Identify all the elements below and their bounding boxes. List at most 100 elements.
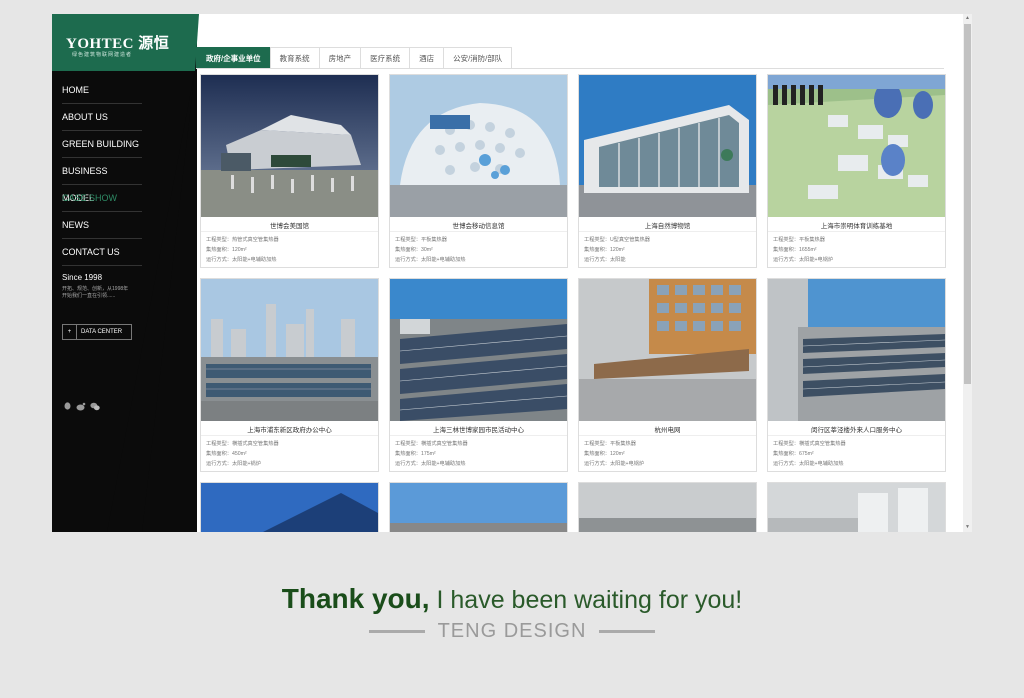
case-area: 集热面积：120m² — [584, 247, 625, 253]
case-mode: 运行方式：太阳能+电辅助加热 — [206, 257, 277, 263]
logo-title: YOHTEC 源恒 — [66, 36, 170, 52]
card-divider — [201, 435, 378, 436]
case-card[interactable]: 上海自然博物馆 工程类型：U型真空管集热器 集热面积：120m² 运行方式：太阳… — [578, 74, 757, 268]
case-info: 工程类型：U型真空管集热器 集热面积：120m² 运行方式：太阳能 — [584, 235, 650, 265]
case-mode: 运行方式：太阳能+电辅助加热 — [773, 461, 844, 467]
case-card[interactable]: 闵行区莘泾楼外来人口服务中心 工程类型：横插式真空管集热器 集热面积：675m²… — [767, 278, 946, 472]
case-area: 集热面积：450m² — [206, 451, 247, 457]
case-title: 上海市浦东新区政府办公中心 — [247, 427, 332, 434]
tab-police-fire-army[interactable]: 公安/消防/部队 — [443, 47, 513, 68]
social-links — [62, 402, 100, 411]
scroll-down-icon[interactable]: ▼ — [963, 523, 972, 532]
weibo-icon[interactable] — [76, 402, 86, 411]
case-image[interactable] — [579, 483, 756, 532]
case-type: 工程类型：U型真空管集热器 — [584, 237, 650, 243]
case-image[interactable] — [390, 75, 567, 217]
tab-government[interactable]: 政府/企事业单位 — [196, 47, 271, 68]
case-info: 工程类型：热管式真空管集热器 集热面积：120m² 运行方式：太阳能+电辅助加热 — [206, 235, 279, 265]
case-image[interactable] — [390, 483, 567, 532]
case-area: 集热面积：175m² — [395, 451, 436, 457]
scroll-up-icon[interactable]: ▲ — [963, 14, 972, 23]
card-divider — [768, 435, 945, 436]
case-title: 上海三林世博家园市民活动中心 — [433, 427, 524, 434]
tab-real-estate[interactable]: 房地产 — [318, 47, 362, 68]
card-divider — [201, 231, 378, 232]
case-type: 工程类型：平板集热器 — [395, 237, 447, 243]
scroll-thumb[interactable] — [964, 24, 971, 384]
nav-item-case-show[interactable]: CASE SHOW — [62, 185, 142, 212]
case-area: 集热面积：30m² — [395, 247, 433, 253]
divider-line — [598, 630, 655, 633]
case-card[interactable] — [389, 482, 568, 532]
case-type: 工程类型：热管式真空管集热器 — [206, 237, 279, 243]
case-card[interactable]: 上海市浦东新区政府办公中心 工程类型：横插式真空管集热器 集热面积：450m² … — [200, 278, 379, 472]
case-title: 杭州电网 — [654, 427, 681, 434]
divider-line — [369, 630, 426, 633]
case-image[interactable] — [768, 279, 945, 421]
case-info: 工程类型：横插式真空管集热器 集热面积：450m² 运行方式：太阳能+锅炉 — [206, 439, 279, 469]
case-image[interactable] — [201, 75, 378, 217]
case-area: 集热面积：120m² — [584, 451, 625, 457]
case-image[interactable] — [768, 483, 945, 532]
qq-icon[interactable] — [62, 402, 72, 411]
case-card[interactable]: 上海三林世博家园市民活动中心 工程类型：横插式真空管集热器 集热面积：175m²… — [389, 278, 568, 472]
tab-medical[interactable]: 医疗系统 — [360, 47, 411, 68]
case-type: 工程类型：平板集热器 — [584, 441, 636, 447]
case-image[interactable] — [579, 279, 756, 421]
site-logo[interactable]: YOHTEC 源恒 绿色建筑物联网建造者 — [52, 14, 195, 71]
case-mode: 运行方式：太阳能+电锅炉 — [773, 257, 834, 263]
data-center-label: DATA CENTER — [81, 329, 123, 335]
case-card[interactable] — [767, 482, 946, 532]
nav-item-business-model[interactable]: BUSINESS MODEL — [62, 158, 142, 203]
nav-item-about-us[interactable]: ABOUT US — [62, 104, 142, 131]
case-mode: 运行方式：太阳能+电辅助加热 — [395, 461, 466, 467]
card-divider — [579, 435, 756, 436]
case-image[interactable] — [579, 75, 756, 217]
nav-item-contact-us[interactable]: CONTACT US — [62, 239, 142, 266]
case-area: 集热面积：675m² — [773, 451, 814, 457]
case-title: 世博会美国馆 — [270, 223, 309, 230]
case-card[interactable]: 杭州电网 工程类型：平板集热器 集热面积：120m² 运行方式：太阳能+电锅炉 — [578, 278, 757, 472]
case-image[interactable] — [390, 279, 567, 421]
scrollbar[interactable]: ▲ ▼ — [963, 14, 972, 532]
data-center-button[interactable]: + DATA CENTER — [62, 324, 132, 340]
main-nav: HOME ABOUT US GREEN BUILDING BUSINESS MO… — [62, 77, 142, 266]
case-info: 工程类型：平板集热器 集热面积：120m² 运行方式：太阳能+电锅炉 — [584, 439, 644, 469]
case-image[interactable] — [201, 279, 378, 421]
case-title: 闵行区莘泾楼外来人口服务中心 — [811, 427, 902, 434]
case-title: 上海自然博物馆 — [644, 223, 691, 230]
case-image[interactable] — [768, 75, 945, 217]
card-divider — [579, 231, 756, 232]
since-description: 开拓、规范、创新，从1998年开始我们一直在引领...... — [62, 286, 129, 299]
case-type: 工程类型：横插式真空管集热器 — [206, 441, 279, 447]
case-card[interactable] — [578, 482, 757, 532]
since-title: Since 1998 — [62, 273, 103, 282]
case-mode: 运行方式：太阳能+电锅炉 — [584, 461, 645, 467]
case-area: 集热面积：1655m² — [773, 247, 817, 253]
case-mode: 运行方式：太阳能 — [584, 257, 626, 263]
thank-you-text: Thank you, I have been waiting for you! — [0, 583, 1024, 615]
case-type: 工程类型：平板集热器 — [773, 237, 825, 243]
tab-hotel[interactable]: 酒店 — [409, 47, 445, 68]
wechat-icon[interactable] — [90, 402, 100, 411]
tab-education[interactable]: 教育系统 — [269, 47, 320, 68]
thanks-light: I have been waiting for you! — [429, 586, 743, 614]
brand-signature: TENG DESIGN — [0, 620, 1024, 643]
case-area: 集热面积：120m² — [206, 247, 247, 253]
nav-item-news[interactable]: NEWS — [62, 212, 142, 239]
case-mode: 运行方式：太阳能+锅炉 — [206, 461, 261, 467]
card-divider — [390, 231, 567, 232]
case-image[interactable] — [201, 483, 378, 532]
case-title: 上海市崇明体育训练基地 — [820, 223, 893, 230]
card-divider — [390, 435, 567, 436]
logo-subtitle: 绿色建筑物联网建造者 — [72, 52, 133, 58]
category-tabs: 政府/企事业单位 教育系统 房地产 医疗系统 酒店 公安/消防/部队 — [196, 47, 944, 69]
thanks-bold: Thank you, — [281, 583, 430, 614]
case-card[interactable] — [200, 482, 379, 532]
case-info: 工程类型：平板集热器 集热面积：30m² 运行方式：太阳能+电辅助加热 — [395, 235, 465, 265]
nav-item-home[interactable]: HOME — [62, 77, 142, 104]
nav-item-green-building[interactable]: GREEN BUILDING — [62, 131, 142, 158]
case-card[interactable]: 世博会移动信息馆 工程类型：平板集热器 集热面积：30m² 运行方式：太阳能+电… — [389, 74, 568, 268]
case-card[interactable]: 世博会美国馆 工程类型：热管式真空管集热器 集热面积：120m² 运行方式：太阳… — [200, 74, 379, 268]
case-card[interactable]: 上海市崇明体育训练基地 工程类型：平板集热器 集热面积：1655m² 运行方式：… — [767, 74, 946, 268]
